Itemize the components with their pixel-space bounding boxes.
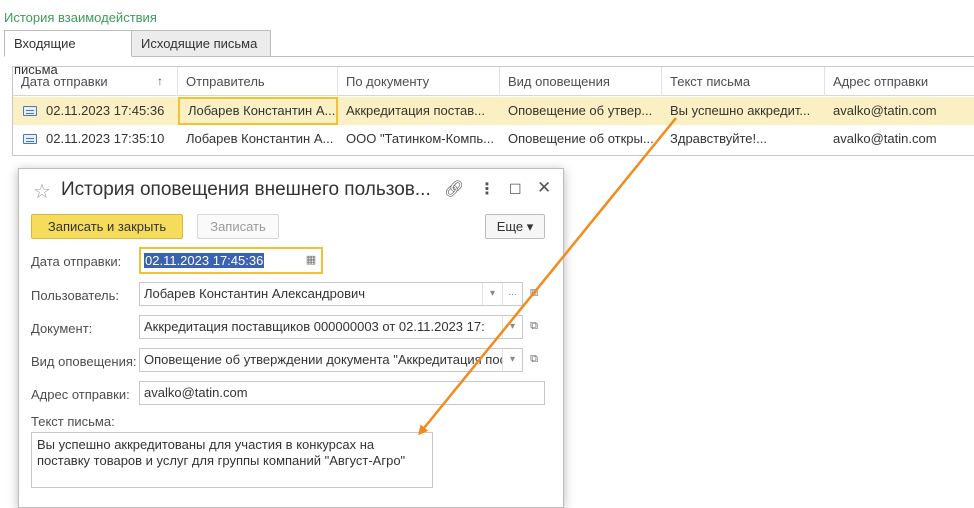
user-field[interactable]: Лобарев Константин Александрович ▾ ... <box>139 282 523 306</box>
cell-date[interactable]: 02.11.2023 17:35:10 <box>38 125 178 153</box>
more-vertical-icon[interactable]: ⋮ <box>479 179 495 199</box>
user-label: Пользователь: <box>31 288 119 303</box>
tab-outgoing-letters[interactable]: Исходящие письма <box>131 30 271 57</box>
cell-letter-text[interactable]: Здравствуйте!... <box>662 125 825 153</box>
cell-document[interactable]: ООО "Татинком-Компь... <box>338 125 500 153</box>
close-icon[interactable]: ✕ <box>537 178 551 198</box>
letter-text-label: Текст письма: <box>31 414 115 429</box>
column-header-notice-type[interactable]: Вид оповещения <box>500 67 662 96</box>
document-field[interactable]: Аккредитация поставщиков 000000003 от 02… <box>139 315 523 339</box>
document-label: Документ: <box>31 321 93 336</box>
dialog-title: История оповещения внешнего пользов... <box>61 179 431 200</box>
notice-type-field[interactable]: Оповещение об утверждении документа "Акк… <box>139 348 523 372</box>
letter-icon <box>23 106 37 116</box>
column-header-letter-text[interactable]: Текст письма <box>662 67 825 96</box>
tab-incoming-letters[interactable]: Входящие письма <box>4 30 132 77</box>
cell-sender[interactable]: Лобарев Константин А... <box>178 125 338 153</box>
document-value: Аккредитация поставщиков 000000003 от 02… <box>144 319 485 334</box>
address-value: avalko@tatin.com <box>144 385 248 400</box>
more-button[interactable]: Еще ▾ <box>485 214 545 239</box>
open-notice-type-icon[interactable]: ⧉ <box>525 348 543 372</box>
user-value: Лобарев Константин Александрович <box>144 286 366 301</box>
table-header: Дата отправки ↑ Отправитель По документу… <box>13 67 974 96</box>
tab-bar: Входящие письма Исходящие письма <box>4 30 974 77</box>
address-field[interactable]: avalko@tatin.com <box>139 381 545 405</box>
open-document-icon[interactable]: ⧉ <box>525 315 543 339</box>
cell-address[interactable]: avalko@tatin.com <box>825 97 974 125</box>
link-icon[interactable]: 🔗︎ <box>444 179 464 199</box>
calendar-icon[interactable]: ▦ <box>301 249 321 272</box>
cell-letter-text[interactable]: Вы успешно аккредит... <box>662 97 825 125</box>
date-label: Дата отправки: <box>31 254 122 269</box>
favorite-star-icon[interactable]: ☆ <box>33 179 51 204</box>
letter-text-area[interactable]: Вы успешно аккредитованы для участия в к… <box>31 432 433 488</box>
notice-type-value: Оповещение об утверждении документа "Акк… <box>144 352 507 367</box>
column-header-document[interactable]: По документу <box>338 67 500 96</box>
tab-divider <box>4 56 974 57</box>
save-button[interactable]: Записать <box>197 214 279 239</box>
section-title: История взаимодействия <box>4 10 157 25</box>
date-field[interactable]: 02.11.2023 17:45:36 ▦ <box>139 247 323 274</box>
cell-address[interactable]: avalko@tatin.com <box>825 125 974 153</box>
dropdown-chevron-icon[interactable]: ▾ <box>502 349 522 371</box>
notification-history-dialog: ☆ История оповещения внешнего пользов...… <box>18 168 564 508</box>
save-and-close-button[interactable]: Записать и закрыть <box>31 214 183 239</box>
cell-notice-type[interactable]: Оповещение об откры... <box>500 125 662 153</box>
cell-document[interactable]: Аккредитация постав... <box>338 97 500 125</box>
select-ellipsis-button[interactable]: ... <box>502 283 522 305</box>
dropdown-chevron-icon[interactable]: ▾ <box>482 283 502 305</box>
letters-table: Дата отправки ↑ Отправитель По документу… <box>12 66 974 156</box>
maximize-icon[interactable]: ☐ <box>509 181 522 198</box>
table-row[interactable]: 02.11.2023 17:45:36 Лобарев Константин А… <box>13 97 974 125</box>
letter-icon <box>23 134 37 144</box>
dropdown-chevron-icon[interactable]: ▾ <box>502 316 522 338</box>
table-row[interactable]: 02.11.2023 17:35:10 Лобарев Константин А… <box>13 125 974 153</box>
column-header-sender[interactable]: Отправитель <box>178 67 338 96</box>
notice-type-label: Вид оповещения: <box>31 354 137 369</box>
sort-ascending-icon: ↑ <box>157 74 163 88</box>
cell-date[interactable]: 02.11.2023 17:45:36 <box>38 97 178 125</box>
address-label: Адрес отправки: <box>31 387 130 402</box>
column-header-address[interactable]: Адрес отправки <box>825 67 974 96</box>
cell-sender[interactable]: Лобарев Константин А... <box>178 97 338 125</box>
cell-notice-type[interactable]: Оповещение об утвер... <box>500 97 662 125</box>
date-value: 02.11.2023 17:45:36 <box>144 253 265 268</box>
open-user-icon[interactable]: ⧉ <box>525 282 543 306</box>
